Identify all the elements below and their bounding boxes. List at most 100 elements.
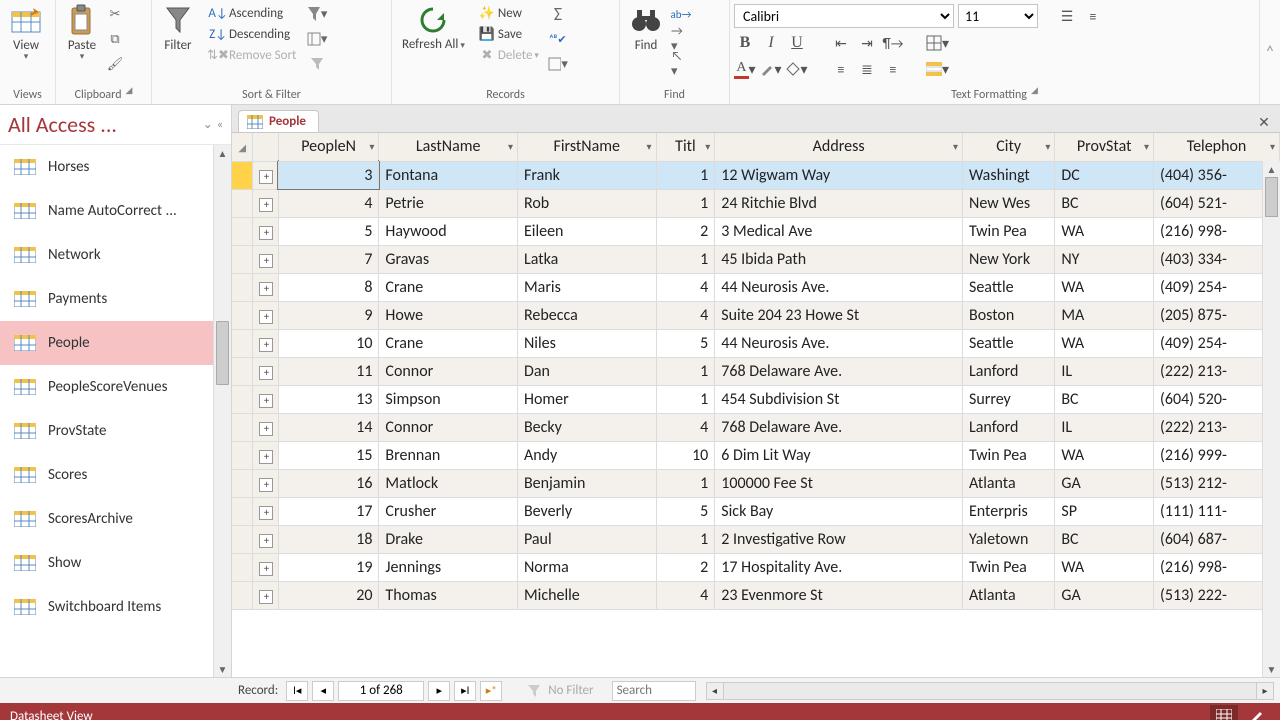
cell-address[interactable]: 768 Delaware Ave. — [715, 357, 963, 385]
expand-icon[interactable]: + — [259, 338, 273, 352]
cell-address[interactable]: 768 Delaware Ave. — [715, 413, 963, 441]
fill-color-button[interactable]: ▾ — [786, 58, 808, 80]
cell-title[interactable]: 4 — [656, 301, 715, 329]
cell-id[interactable]: 17 — [278, 497, 379, 525]
table-row[interactable]: +19JenningsNorma217 Hospitality Ave.Twin… — [232, 553, 1280, 581]
cell-city[interactable]: Boston — [962, 301, 1054, 329]
cell-id[interactable]: 15 — [278, 441, 379, 469]
toggle-filter-icon[interactable] — [307, 54, 327, 74]
cell-lastname[interactable]: Connor — [379, 413, 518, 441]
expand-icon[interactable]: + — [259, 226, 273, 240]
expand-icon[interactable]: + — [259, 394, 273, 408]
cell-lastname[interactable]: Crane — [379, 273, 518, 301]
row-selector[interactable] — [232, 357, 253, 385]
column-filter-icon[interactable]: ▾ — [705, 140, 710, 153]
cell-title[interactable]: 1 — [656, 385, 715, 413]
cell-provstat[interactable]: BC — [1055, 385, 1154, 413]
view-button[interactable]: View ▾ — [4, 2, 48, 63]
replace-icon[interactable]: ab→ — [671, 4, 691, 24]
table-row[interactable]: +14ConnorBecky4768 Delaware Ave.LanfordI… — [232, 413, 1280, 441]
cell-id[interactable]: 11 — [278, 357, 379, 385]
cell-city[interactable]: Twin Pea — [962, 553, 1054, 581]
cell-id[interactable]: 20 — [278, 581, 379, 609]
save-record-button[interactable]: 💾Save — [476, 25, 542, 43]
cell-title[interactable]: 4 — [656, 273, 715, 301]
col-header-city[interactable]: City▾ — [962, 133, 1054, 161]
cell-telephone[interactable]: (111) 111- — [1154, 497, 1280, 525]
col-header-address[interactable]: Address▾ — [715, 133, 963, 161]
row-selector[interactable] — [232, 525, 253, 553]
last-record-button[interactable]: ▸I — [454, 681, 476, 701]
next-record-button[interactable]: ▸ — [428, 681, 450, 701]
cell-title[interactable]: 2 — [656, 217, 715, 245]
cell-firstname[interactable]: Eileen — [517, 217, 656, 245]
cell-city[interactable]: Lanford — [962, 413, 1054, 441]
expand-icon[interactable]: + — [259, 282, 273, 296]
goto-icon[interactable]: → ▾ — [671, 29, 691, 49]
cell-lastname[interactable]: Matlock — [379, 469, 518, 497]
cell-telephone[interactable]: (222) 213- — [1154, 413, 1280, 441]
column-filter-icon[interactable]: ▾ — [953, 140, 958, 153]
cell-firstname[interactable]: Latka — [517, 245, 656, 273]
cell-provstat[interactable]: WA — [1055, 273, 1154, 301]
column-filter-icon[interactable]: ▾ — [1045, 140, 1050, 153]
totals-icon[interactable]: Σ — [548, 4, 568, 24]
row-expand[interactable]: + — [253, 329, 278, 357]
scroll-thumb[interactable] — [216, 321, 229, 385]
cell-city[interactable]: Lanford — [962, 357, 1054, 385]
column-filter-icon[interactable]: ▾ — [1270, 140, 1275, 153]
tab-people[interactable]: People — [238, 110, 319, 132]
cell-title[interactable]: 10 — [656, 441, 715, 469]
expand-icon[interactable]: + — [259, 422, 273, 436]
expand-icon[interactable]: + — [259, 506, 273, 520]
delete-record-button[interactable]: ✖Delete ▾ — [476, 46, 542, 64]
row-expand[interactable]: + — [253, 385, 278, 413]
cell-provstat[interactable]: NY — [1055, 245, 1154, 273]
cell-lastname[interactable]: Jennings — [379, 553, 518, 581]
expand-icon[interactable]: + — [259, 198, 273, 212]
cell-address[interactable]: 6 Dim Lit Way — [715, 441, 963, 469]
col-header-firstname[interactable]: FirstName▾ — [517, 133, 656, 161]
scroll-up-icon[interactable]: ▲ — [214, 145, 231, 161]
column-filter-icon[interactable]: ▾ — [369, 140, 374, 153]
cell-telephone[interactable]: (513) 222- — [1154, 581, 1280, 609]
expand-icon[interactable]: + — [259, 478, 273, 492]
cell-address[interactable]: 24 Ritchie Blvd — [715, 189, 963, 217]
nav-item-payments[interactable]: Payments — [0, 277, 213, 321]
row-selector[interactable] — [232, 553, 253, 581]
scroll-up-icon[interactable]: ▲ — [1263, 161, 1280, 177]
cell-city[interactable]: Enterpris — [962, 497, 1054, 525]
nav-item-name-autocorrect-[interactable]: Name AutoCorrect ... — [0, 189, 213, 233]
col-header-telephon[interactable]: Telephon▾ — [1154, 133, 1280, 161]
col-header-lastname[interactable]: LastName▾ — [379, 133, 518, 161]
row-selector[interactable] — [232, 497, 253, 525]
refresh-all-button[interactable]: Refresh All ▾ — [396, 2, 471, 54]
nav-item-scoresarchive[interactable]: ScoresArchive — [0, 497, 213, 541]
row-expand[interactable]: + — [253, 189, 278, 217]
row-selector[interactable] — [232, 385, 253, 413]
cell-telephone[interactable]: (604) 520- — [1154, 385, 1280, 413]
scroll-right-icon[interactable]: ▸ — [1256, 682, 1274, 700]
cell-telephone[interactable]: (409) 254- — [1154, 329, 1280, 357]
row-expand[interactable]: + — [253, 273, 278, 301]
cell-provstat[interactable]: SP — [1055, 497, 1154, 525]
scroll-track[interactable] — [724, 682, 1256, 700]
cell-id[interactable]: 7 — [278, 245, 379, 273]
cell-telephone[interactable]: (222) 213- — [1154, 357, 1280, 385]
col-header-titl[interactable]: Titl▾ — [656, 133, 715, 161]
row-selector[interactable] — [232, 469, 253, 497]
cell-provstat[interactable]: IL — [1055, 413, 1154, 441]
filter-button[interactable]: Filter — [156, 2, 200, 55]
table-row[interactable]: +11ConnorDan1768 Delaware Ave.LanfordIL(… — [232, 357, 1280, 385]
nav-item-peoplescorevenues[interactable]: PeopleScoreVenues — [0, 365, 213, 409]
cell-firstname[interactable]: Niles — [517, 329, 656, 357]
cell-firstname[interactable]: Rob — [517, 189, 656, 217]
row-selector[interactable] — [232, 189, 253, 217]
cell-address[interactable]: 454 Subdivision St — [715, 385, 963, 413]
cell-telephone[interactable]: (216) 999- — [1154, 441, 1280, 469]
cell-telephone[interactable]: (404) 356- — [1154, 161, 1280, 189]
align-center-icon[interactable]: ≣ — [856, 58, 878, 80]
copy-icon[interactable]: ⧉ — [105, 29, 125, 49]
highlight-button[interactable]: ▾ — [760, 58, 782, 80]
cell-lastname[interactable]: Connor — [379, 357, 518, 385]
